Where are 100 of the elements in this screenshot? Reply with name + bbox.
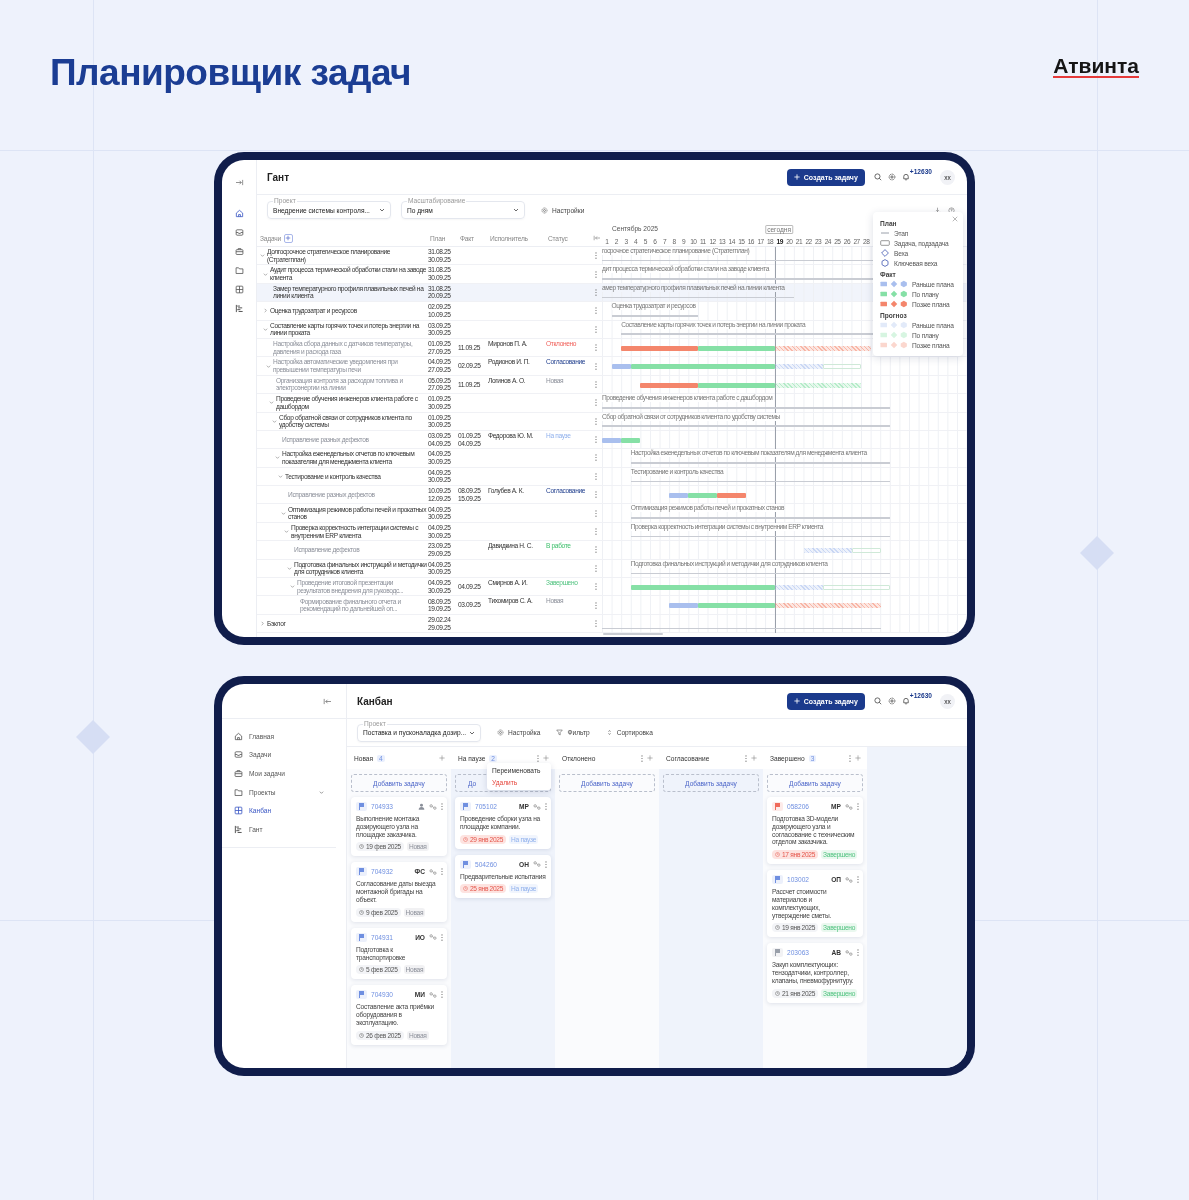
settings-icon[interactable] (887, 697, 896, 705)
summary-bar[interactable] (602, 296, 795, 299)
logo: Атвинта (1053, 52, 1139, 78)
clock-icon (775, 925, 780, 931)
forecast-bar[interactable] (803, 548, 852, 554)
collapse-icon[interactable] (323, 697, 332, 705)
gantt-bar[interactable] (698, 603, 775, 609)
clock-icon (775, 990, 780, 996)
plus-icon[interactable] (855, 755, 861, 761)
grid-icon (234, 806, 243, 816)
page-title: Гант (267, 171, 290, 183)
summary-bar[interactable] (630, 572, 891, 575)
chevron-down-icon[interactable] (513, 207, 519, 213)
briefcase-icon (234, 247, 244, 256)
search-icon[interactable] (873, 697, 882, 705)
gantt-bar[interactable] (611, 364, 631, 370)
rectangle-icon (880, 239, 890, 247)
home-icon (234, 731, 243, 741)
line-icon (880, 229, 890, 237)
sort-icon (605, 729, 613, 736)
gantt-bar[interactable] (640, 382, 699, 388)
settings-icon[interactable] (887, 173, 896, 181)
plus-icon[interactable] (543, 755, 549, 761)
plan-outline-bar[interactable] (822, 364, 862, 370)
gantt-icon (234, 304, 244, 313)
clock-icon (359, 1032, 364, 1038)
hexagon-icon (880, 259, 890, 267)
clock-icon (775, 852, 780, 858)
help-icon[interactable] (948, 206, 955, 214)
page-title: Канбан (357, 695, 393, 707)
summary-bar[interactable] (630, 535, 891, 538)
gantt-bar[interactable] (717, 493, 747, 499)
nav-button[interactable] (233, 265, 245, 276)
forecast-bar[interactable] (774, 603, 881, 609)
expand-icon[interactable] (234, 179, 244, 186)
gantt-bar[interactable] (621, 437, 641, 443)
link-icon[interactable] (845, 949, 853, 956)
add-task-button[interactable] (283, 233, 293, 243)
gantt-bar[interactable] (669, 603, 699, 609)
summary-bar[interactable] (630, 480, 891, 483)
forecast-bar[interactable] (774, 585, 823, 591)
gantt-bar[interactable] (602, 437, 622, 443)
plan-outline-bar[interactable] (851, 548, 881, 554)
clock-icon (359, 844, 364, 850)
briefcase-icon (234, 769, 243, 778)
nav-button[interactable] (233, 303, 245, 314)
gantt-bar[interactable] (698, 382, 775, 388)
plus-icon (793, 174, 800, 180)
diamond-icon (880, 249, 890, 257)
link-icon[interactable] (845, 876, 853, 883)
forecast-bar[interactable] (774, 364, 823, 370)
summary-bar[interactable] (602, 627, 881, 630)
gantt-bar[interactable] (630, 364, 775, 370)
chevron-down-icon[interactable] (379, 207, 385, 213)
page-heading: Планировщик задач (50, 52, 412, 94)
clock-icon (463, 836, 468, 842)
nav-button[interactable] (233, 208, 245, 219)
settings-icon (497, 729, 504, 736)
filter-icon (556, 729, 564, 736)
gantt-bar[interactable] (630, 585, 775, 591)
link-icon[interactable] (533, 803, 541, 810)
chevron-right-icon[interactable] (263, 308, 268, 314)
gantt-bar[interactable] (688, 493, 718, 499)
link-icon[interactable] (845, 803, 853, 810)
plus-icon[interactable] (647, 755, 653, 761)
plus-icon (793, 698, 800, 704)
folder-icon (234, 266, 244, 275)
nav-button[interactable] (233, 284, 245, 295)
forecast-bar[interactable] (774, 382, 862, 388)
nav-button[interactable] (233, 227, 245, 238)
bell-icon[interactable] (901, 697, 910, 705)
settings-icon (541, 206, 548, 214)
clock-icon (463, 886, 468, 892)
gantt-bar[interactable] (698, 345, 775, 351)
forecast-bar[interactable] (774, 345, 871, 351)
bell-icon[interactable] (901, 173, 910, 181)
clock-icon (359, 909, 364, 915)
plus-icon[interactable] (439, 755, 445, 761)
link-icon[interactable] (533, 861, 541, 868)
tray-icon (234, 750, 243, 760)
plus-icon (285, 235, 292, 241)
chevron-down-icon[interactable] (319, 789, 324, 795)
home-icon (234, 209, 244, 218)
collapse-icon[interactable] (593, 235, 601, 241)
plus-icon[interactable] (751, 755, 757, 761)
nav-button[interactable] (233, 246, 245, 257)
plan-outline-bar[interactable] (822, 585, 891, 591)
link-icon[interactable] (429, 868, 437, 875)
grid-icon (234, 285, 244, 294)
folder-icon (234, 787, 243, 797)
link-icon[interactable] (429, 803, 437, 810)
close-icon[interactable] (952, 216, 958, 222)
gantt-bar[interactable] (669, 493, 689, 499)
link-icon[interactable] (429, 991, 437, 998)
chevron-right-icon[interactable] (260, 621, 265, 626)
gantt-bar[interactable] (621, 345, 699, 351)
chevron-down-icon[interactable] (469, 729, 475, 736)
search-icon[interactable] (873, 173, 882, 181)
scrollbar[interactable] (603, 633, 663, 635)
link-icon[interactable] (429, 934, 437, 941)
